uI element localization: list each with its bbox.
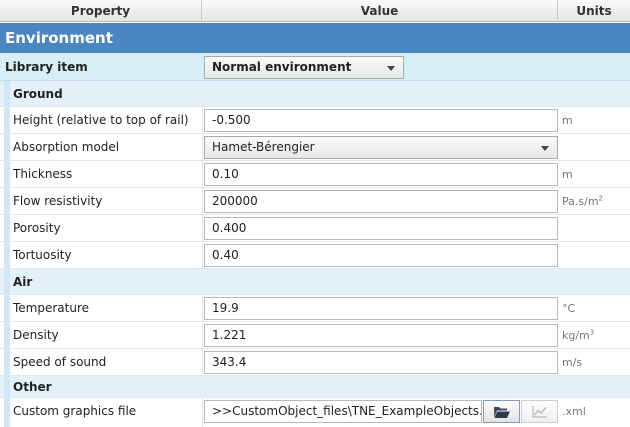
indent-bar <box>4 398 10 427</box>
chart-icon <box>531 405 547 418</box>
indent-bar <box>4 269 10 294</box>
porosity-input[interactable]: 0.400 <box>204 217 558 240</box>
section-air: Air <box>0 269 630 295</box>
indent-bar <box>4 376 10 397</box>
temperature-unit: °C <box>562 302 576 315</box>
chevron-down-icon <box>541 146 549 151</box>
indent-bar <box>4 161 10 187</box>
row-height: Height (relative to top of rail) -0.500 … <box>0 107 630 134</box>
height-input[interactable]: -0.500 <box>204 109 558 132</box>
column-divider <box>202 322 203 348</box>
thickness-input[interactable]: 0.10 <box>204 163 558 186</box>
indent-bar <box>4 81 10 106</box>
row-porosity: Porosity 0.400 <box>0 215 630 242</box>
height-unit: m <box>562 114 573 127</box>
prop-porosity-label: Porosity <box>13 221 61 235</box>
density-unit: kg/m3 <box>562 322 594 349</box>
thickness-unit: m <box>562 168 573 181</box>
library-item-select[interactable]: Normal environment <box>204 56 404 79</box>
density-input[interactable]: 1.221 <box>204 324 558 347</box>
indent-bar <box>4 322 10 348</box>
section-ground: Ground <box>0 81 630 107</box>
header-value[interactable]: Value <box>202 0 558 22</box>
row-absorption: Absorption model Hamet-Bérengier <box>0 134 630 161</box>
library-item-value: Normal environment <box>212 60 352 74</box>
section-air-title: Air <box>13 275 33 289</box>
column-divider <box>202 295 203 321</box>
prop-temperature-label: Temperature <box>13 301 90 315</box>
density-unit-base: kg/m <box>562 329 590 342</box>
prop-graphics-label: Custom graphics file <box>13 404 137 418</box>
column-divider <box>202 107 203 133</box>
column-divider <box>202 349 203 375</box>
speed-of-sound-input[interactable]: 343.4 <box>204 351 558 374</box>
header-units[interactable]: Units <box>558 0 630 22</box>
indent-bar <box>4 242 10 268</box>
flow-resistivity-input[interactable]: 200000 <box>204 190 558 213</box>
row-temperature: Temperature 19.9 °C <box>0 295 630 322</box>
library-item-row: Library item Normal environment <box>0 53 630 81</box>
prop-speed-label: Speed of sound <box>13 355 107 369</box>
environment-title: Environment <box>0 23 630 53</box>
folder-open-icon <box>493 406 510 418</box>
absorption-model-value: Hamet-Bérengier <box>212 140 315 154</box>
indent-bar <box>4 215 10 241</box>
row-flow-resistivity: Flow resistivity 200000 Pa.s/m2 <box>0 188 630 215</box>
chart-button[interactable] <box>521 400 558 423</box>
column-divider <box>202 188 203 214</box>
absorption-model-select[interactable]: Hamet-Bérengier <box>204 136 558 159</box>
prop-thickness-label: Thickness <box>13 167 73 181</box>
tortuosity-input[interactable]: 0.40 <box>204 244 558 267</box>
section-ground-title: Ground <box>13 87 63 101</box>
prop-absorption-label: Absorption model <box>13 140 120 154</box>
indent-bar <box>4 188 10 214</box>
section-other-title: Other <box>13 380 52 394</box>
section-other: Other <box>0 376 630 398</box>
speed-of-sound-unit: m/s <box>562 356 583 369</box>
flow-unit-base: Pa.s/m <box>562 195 599 208</box>
open-file-button[interactable] <box>483 400 520 423</box>
indent-bar <box>4 349 10 375</box>
column-divider <box>202 161 203 187</box>
prop-tortuosity-label: Tortuosity <box>13 248 72 262</box>
chevron-down-icon <box>387 66 395 71</box>
prop-density-label: Density <box>13 328 59 342</box>
graphics-file-input[interactable]: >>CustomObject_files\TNE_ExampleObjects.… <box>204 400 482 423</box>
row-thickness: Thickness 0.10 m <box>0 161 630 188</box>
row-tortuosity: Tortuosity 0.40 <box>0 242 630 269</box>
indent-bar <box>4 134 10 160</box>
column-divider <box>202 242 203 268</box>
row-density: Density 1.221 kg/m3 <box>0 322 630 349</box>
row-custom-graphics: Custom graphics file >>CustomObject_file… <box>0 398 630 427</box>
row-speed-of-sound: Speed of sound 343.4 m/s <box>0 349 630 376</box>
column-divider <box>202 215 203 241</box>
indent-bar <box>4 107 10 133</box>
flow-unit-exp: 2 <box>598 194 603 203</box>
flow-resistivity-unit: Pa.s/m2 <box>562 188 603 215</box>
header-property[interactable]: Property <box>0 0 202 22</box>
column-divider <box>202 134 203 160</box>
graphics-unit: .xml <box>562 405 586 418</box>
indent-bar <box>4 295 10 321</box>
column-divider <box>202 398 203 427</box>
density-unit-exp: 3 <box>589 328 595 337</box>
prop-flow-label: Flow resistivity <box>13 194 103 208</box>
library-item-label: Library item <box>5 60 88 74</box>
column-header: Property Value Units <box>0 0 630 22</box>
prop-height-label: Height (relative to top of rail) <box>13 113 189 127</box>
temperature-input[interactable]: 19.9 <box>204 297 558 320</box>
